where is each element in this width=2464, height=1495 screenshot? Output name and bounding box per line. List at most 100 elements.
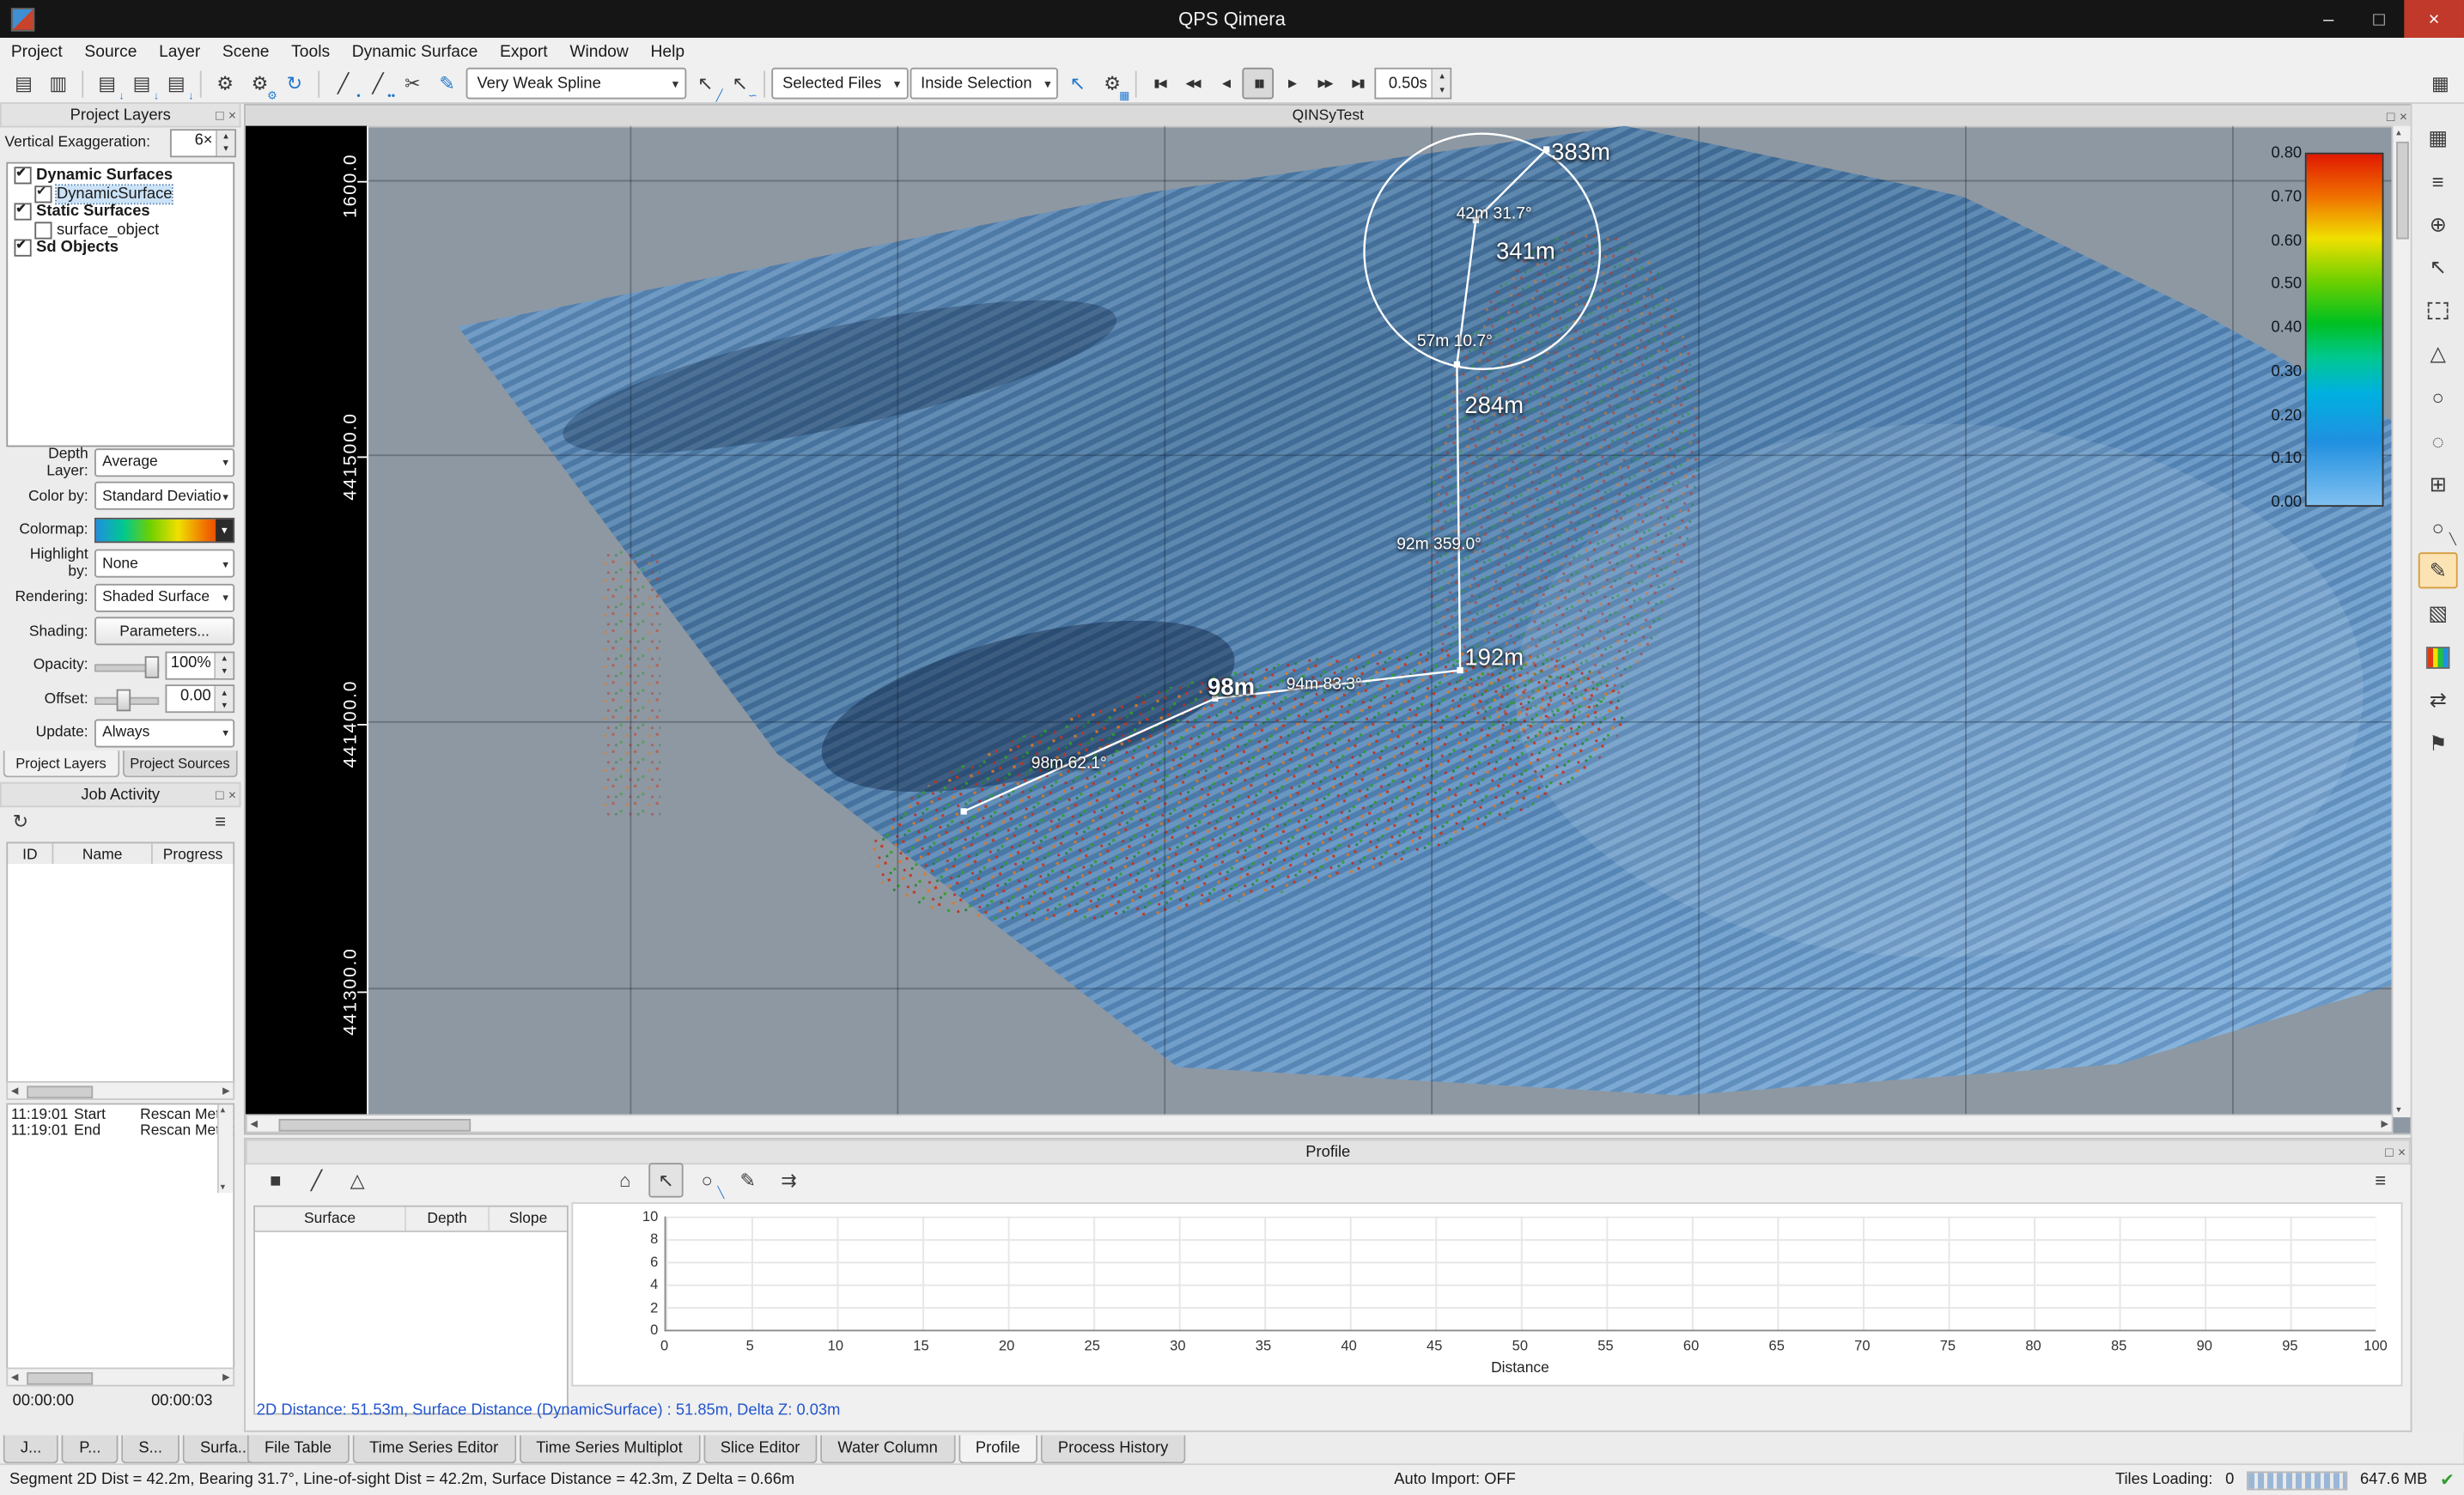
slider-handle[interactable] [145,656,159,678]
scroll-left-icon[interactable]: ◀ [11,1085,18,1097]
checkbox[interactable] [34,185,52,203]
auto-process-icon[interactable]: ⚙⚙ [242,66,277,100]
select-line-icon[interactable]: ↖╱ [688,66,722,100]
apply-selection-icon[interactable]: ↖ [1061,66,1095,100]
edit-points-icon[interactable]: ╱•• [361,66,395,100]
tab-p[interactable]: P... [62,1435,118,1463]
grid-view-icon[interactable]: ▦ [2418,119,2458,155]
play-button[interactable]: ▶ [1276,68,1308,100]
colormap-dropdown[interactable] [94,517,234,542]
rendering-dropdown[interactable]: Shaded Surface [94,583,234,611]
pan-icon[interactable]: ⊞ [2418,465,2458,501]
tree-item-sd-objects[interactable]: Sd Objects [9,240,231,258]
close-panel-icon[interactable]: × [2400,108,2407,124]
tab-project-sources[interactable]: Project Sources [122,751,238,777]
tab-time-series-editor[interactable]: Time Series Editor [352,1435,515,1463]
profile-line-icon[interactable]: ╱ [299,1163,333,1197]
refresh-jobs-icon[interactable]: ↻ [6,807,34,836]
select-rect-icon[interactable] [2418,293,2458,329]
vertical-exaggeration-spinner[interactable]: 6× ▴▾ [170,128,236,156]
flag-icon[interactable]: ⚑ [2418,726,2458,762]
scroll-left-icon[interactable]: ◀ [11,1371,18,1383]
interval-spinner[interactable]: 0.50s ▴▾ [1375,68,1452,100]
tab-s[interactable]: S... [121,1435,179,1463]
shading-parameters-button[interactable]: Parameters... [94,617,234,646]
spline-strength-dropdown[interactable]: Very Weak Spline [466,68,687,100]
menu-help[interactable]: Help [640,38,696,64]
profile-triangle-icon[interactable]: △ [340,1163,374,1197]
viewport-vscrollbar[interactable] [2392,126,2411,1118]
tab-process-history[interactable]: Process History [1041,1435,1186,1463]
select-polygon-icon[interactable]: △ [2418,336,2458,372]
snip-line-icon[interactable]: ✂ [395,66,429,100]
scroll-right-icon[interactable]: ▶ [2381,1118,2388,1129]
update-dropdown[interactable]: Always [94,719,234,747]
fast-back-button[interactable]: ◀◀ [1177,68,1208,100]
menu-project[interactable]: Project [0,38,74,64]
zoom-icon[interactable]: ○╲ [2418,509,2458,545]
tab-file-table[interactable]: File Table [247,1435,349,1463]
scene-view[interactable]: 383m42m 31.7°341m57m 10.7°284m92m 359.0°… [368,126,2392,1118]
opacity-spinner[interactable]: 100% ▴▾ [165,651,234,679]
plot-options-icon[interactable]: ≡ [2364,1163,2398,1197]
tree-item-dynamic-surfaces[interactable]: Dynamic Surfaces [9,167,231,185]
spline-pen-icon[interactable]: ✎ [429,66,464,100]
spin-up-icon[interactable]: ▴ [217,130,234,143]
slice-edit-icon[interactable]: ╱• [325,66,360,100]
float-panel-icon[interactable]: □ [2387,108,2394,124]
column-header[interactable]: Slope [490,1207,567,1231]
matrix-view-icon[interactable]: ▦ [2423,66,2457,100]
scroll-right-icon[interactable]: ▶ [222,1371,229,1383]
job-table-hscrollbar[interactable]: ◀▶ [6,1081,234,1100]
select-cursor-icon[interactable]: ↖ [648,1163,683,1197]
spin-up-icon[interactable]: ▴ [216,653,233,665]
home-icon[interactable]: ⌂ [608,1163,642,1197]
spin-down-icon[interactable]: ▾ [217,143,234,155]
scroll-left-icon[interactable]: ◀ [250,1118,257,1129]
menu-export[interactable]: Export [489,38,558,64]
layers-icon[interactable]: ≡ [2418,163,2458,199]
menu-layer[interactable]: Layer [148,38,211,64]
checkbox[interactable] [14,167,31,185]
shade-icon[interactable]: ▧ [2418,596,2458,632]
highlight-by-dropdown[interactable]: None [94,550,234,578]
fast-forward-button[interactable]: ▶▶ [1309,68,1341,100]
job-log-icon[interactable]: ≡ [206,807,234,836]
job-log-vscrollbar[interactable] [217,1104,233,1193]
swap-icon[interactable]: ⇄ [2418,682,2458,718]
select-circle-icon[interactable]: ○ [2418,380,2458,416]
select-lasso-icon[interactable]: ◌ [2418,422,2458,459]
tab-project-layers[interactable]: Project Layers [3,751,119,777]
select-spline-icon[interactable]: ↖∽ [722,66,757,100]
process-icon[interactable]: ⚙ [208,66,242,100]
go-start-button[interactable]: ▮◀ [1144,68,1176,100]
go-end-button[interactable]: ▶▮ [1342,68,1374,100]
zoom-icon[interactable]: ○╲ [690,1163,724,1197]
checkbox[interactable] [14,240,31,257]
measure-icon[interactable]: ✎ [2418,552,2458,588]
menu-window[interactable]: Window [558,38,639,64]
spin-down-icon[interactable]: ▾ [1433,83,1451,97]
tab-time-series-multiplot[interactable]: Time Series Multiplot [519,1435,700,1463]
tree-item-static-surfaces[interactable]: Static Surfaces [9,203,231,221]
edit-icon[interactable]: ✎ [731,1163,765,1197]
import-files-icon[interactable]: ▤↓ [89,66,124,100]
tab-profile[interactable]: Profile [958,1435,1037,1463]
close-button[interactable]: × [2404,0,2464,38]
column-header[interactable]: Surface [255,1207,406,1231]
depth-layer-dropdown[interactable]: Average [94,448,234,477]
import-tide-icon[interactable]: ▤↓ [159,66,193,100]
close-panel-icon[interactable]: × [2398,1144,2406,1159]
color-by-dropdown[interactable]: Standard Deviation [94,482,234,510]
viewport-hscrollbar[interactable]: ◀▶ [246,1114,2393,1133]
marker-square-icon[interactable]: ■ [259,1163,293,1197]
column-header[interactable]: Depth [406,1207,490,1231]
tree-item-dynamicsurface[interactable]: DynamicSurface [9,185,231,203]
tab-j[interactable]: J... [3,1435,59,1463]
offset-slider[interactable] [94,688,159,710]
spin-down-icon[interactable]: ▾ [216,699,233,712]
menu-tools[interactable]: Tools [280,38,341,64]
close-panel-icon[interactable]: × [228,787,236,802]
pointer-icon[interactable]: ↖ [2418,249,2458,285]
Rescan Metad...[interactable]: 11:19:01 End Rescan Metad... [8,1123,233,1139]
